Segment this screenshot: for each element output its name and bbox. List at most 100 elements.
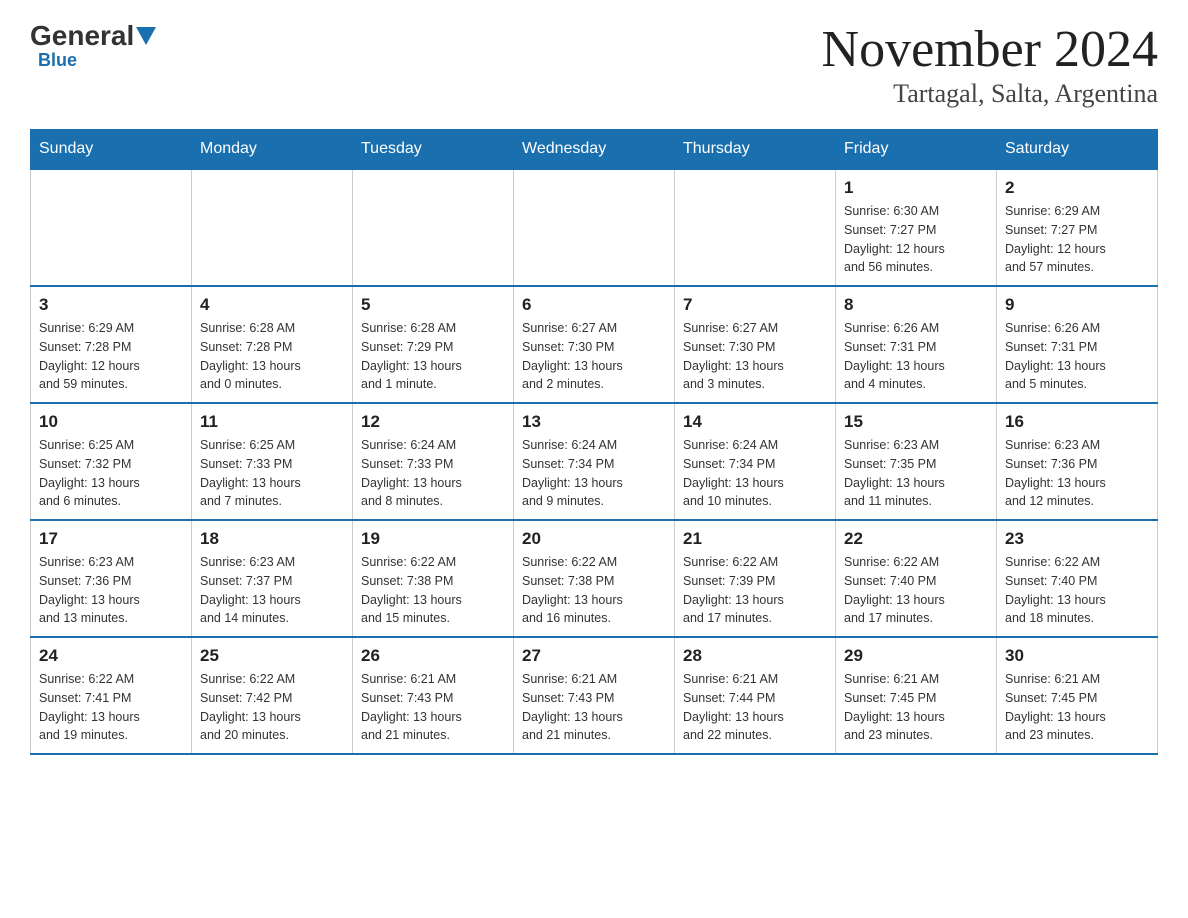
day-info: Sunrise: 6:26 AMSunset: 7:31 PMDaylight:… — [1005, 319, 1149, 394]
day-number: 8 — [844, 295, 988, 315]
day-number: 1 — [844, 178, 988, 198]
calendar-cell-w2-d2: 4 Sunrise: 6:28 AMSunset: 7:28 PMDaylight… — [192, 286, 353, 403]
day-info: Sunrise: 6:24 AMSunset: 7:33 PMDaylight:… — [361, 436, 505, 511]
calendar-cell-w3-d1: 10 Sunrise: 6:25 AMSunset: 7:32 PMDayligh… — [31, 403, 192, 520]
day-info: Sunrise: 6:21 AMSunset: 7:45 PMDaylight:… — [844, 670, 988, 745]
day-info: Sunrise: 6:27 AMSunset: 7:30 PMDaylight:… — [683, 319, 827, 394]
header-tuesday: Tuesday — [353, 130, 514, 170]
header: General Blue November 2024 Tartagal, Sal… — [30, 20, 1158, 109]
calendar-cell-w2-d4: 6 Sunrise: 6:27 AMSunset: 7:30 PMDaylight… — [514, 286, 675, 403]
day-info: Sunrise: 6:28 AMSunset: 7:28 PMDaylight:… — [200, 319, 344, 394]
day-number: 25 — [200, 646, 344, 666]
calendar-location: Tartagal, Salta, Argentina — [822, 79, 1158, 109]
day-number: 15 — [844, 412, 988, 432]
day-number: 7 — [683, 295, 827, 315]
day-number: 22 — [844, 529, 988, 549]
calendar-cell-w4-d1: 17 Sunrise: 6:23 AMSunset: 7:36 PMDayligh… — [31, 520, 192, 637]
calendar-cell-w3-d4: 13Sunrise: 6:24 AMSunset: 7:34 PMDayligh… — [514, 403, 675, 520]
day-info: Sunrise: 6:23 AMSunset: 7:35 PMDaylight:… — [844, 436, 988, 511]
calendar-table: Sunday Monday Tuesday Wednesday Thursday… — [30, 129, 1158, 755]
header-saturday: Saturday — [997, 130, 1158, 170]
calendar-cell-w4-d4: 20 Sunrise: 6:22 AMSunset: 7:38 PMDayligh… — [514, 520, 675, 637]
logo-triangle-icon — [136, 27, 156, 45]
calendar-cell-w2-d1: 3 Sunrise: 6:29 AMSunset: 7:28 PMDaylight… — [31, 286, 192, 403]
day-number: 23 — [1005, 529, 1149, 549]
header-thursday: Thursday — [675, 130, 836, 170]
day-info: Sunrise: 6:21 AMSunset: 7:43 PMDaylight:… — [361, 670, 505, 745]
day-info: Sunrise: 6:22 AMSunset: 7:38 PMDaylight:… — [522, 553, 666, 628]
day-number: 4 — [200, 295, 344, 315]
calendar-cell-w1-d7: 2 Sunrise: 6:29 AMSunset: 7:27 PMDaylight… — [997, 169, 1158, 286]
week-row-5: 24Sunrise: 6:22 AMSunset: 7:41 PMDayligh… — [31, 637, 1158, 754]
calendar-cell-w1-d1 — [31, 169, 192, 286]
day-number: 26 — [361, 646, 505, 666]
calendar-cell-w3-d5: 14Sunrise: 6:24 AMSunset: 7:34 PMDayligh… — [675, 403, 836, 520]
calendar-cell-w4-d2: 18 Sunrise: 6:23 AMSunset: 7:37 PMDayligh… — [192, 520, 353, 637]
weekday-header-row: Sunday Monday Tuesday Wednesday Thursday… — [31, 130, 1158, 170]
day-info: Sunrise: 6:23 AMSunset: 7:36 PMDaylight:… — [39, 553, 183, 628]
day-info: Sunrise: 6:25 AMSunset: 7:32 PMDaylight:… — [39, 436, 183, 511]
day-number: 27 — [522, 646, 666, 666]
day-number: 11 — [200, 412, 344, 432]
day-number: 10 — [39, 412, 183, 432]
day-info: Sunrise: 6:22 AMSunset: 7:40 PMDaylight:… — [844, 553, 988, 628]
day-info: Sunrise: 6:27 AMSunset: 7:30 PMDaylight:… — [522, 319, 666, 394]
header-sunday: Sunday — [31, 130, 192, 170]
day-info: Sunrise: 6:29 AMSunset: 7:28 PMDaylight:… — [39, 319, 183, 394]
day-number: 6 — [522, 295, 666, 315]
day-info: Sunrise: 6:22 AMSunset: 7:39 PMDaylight:… — [683, 553, 827, 628]
calendar-cell-w3-d6: 15 Sunrise: 6:23 AMSunset: 7:35 PMDayligh… — [836, 403, 997, 520]
day-info: Sunrise: 6:23 AMSunset: 7:37 PMDaylight:… — [200, 553, 344, 628]
calendar-cell-w4-d7: 23Sunrise: 6:22 AMSunset: 7:40 PMDayligh… — [997, 520, 1158, 637]
calendar-cell-w5-d2: 25 Sunrise: 6:22 AMSunset: 7:42 PMDayligh… — [192, 637, 353, 754]
calendar-cell-w2-d5: 7 Sunrise: 6:27 AMSunset: 7:30 PMDaylight… — [675, 286, 836, 403]
day-info: Sunrise: 6:23 AMSunset: 7:36 PMDaylight:… — [1005, 436, 1149, 511]
calendar-cell-w5-d5: 28 Sunrise: 6:21 AMSunset: 7:44 PMDayligh… — [675, 637, 836, 754]
day-number: 20 — [522, 529, 666, 549]
day-info: Sunrise: 6:21 AMSunset: 7:44 PMDaylight:… — [683, 670, 827, 745]
calendar-cell-w5-d4: 27 Sunrise: 6:21 AMSunset: 7:43 PMDayligh… — [514, 637, 675, 754]
day-number: 12 — [361, 412, 505, 432]
calendar-cell-w5-d1: 24Sunrise: 6:22 AMSunset: 7:41 PMDayligh… — [31, 637, 192, 754]
day-number: 28 — [683, 646, 827, 666]
day-number: 21 — [683, 529, 827, 549]
calendar-cell-w3-d3: 12 Sunrise: 6:24 AMSunset: 7:33 PMDayligh… — [353, 403, 514, 520]
day-number: 19 — [361, 529, 505, 549]
day-number: 5 — [361, 295, 505, 315]
week-row-4: 17 Sunrise: 6:23 AMSunset: 7:36 PMDayligh… — [31, 520, 1158, 637]
calendar-cell-w4-d3: 19 Sunrise: 6:22 AMSunset: 7:38 PMDayligh… — [353, 520, 514, 637]
day-number: 14 — [683, 412, 827, 432]
day-info: Sunrise: 6:21 AMSunset: 7:43 PMDaylight:… — [522, 670, 666, 745]
logo-blue-text: Blue — [38, 50, 77, 71]
day-number: 2 — [1005, 178, 1149, 198]
calendar-cell-w5-d6: 29 Sunrise: 6:21 AMSunset: 7:45 PMDayligh… — [836, 637, 997, 754]
day-number: 18 — [200, 529, 344, 549]
day-number: 24 — [39, 646, 183, 666]
week-row-3: 10 Sunrise: 6:25 AMSunset: 7:32 PMDayligh… — [31, 403, 1158, 520]
calendar-cell-w2-d6: 8 Sunrise: 6:26 AMSunset: 7:31 PMDaylight… — [836, 286, 997, 403]
day-info: Sunrise: 6:29 AMSunset: 7:27 PMDaylight:… — [1005, 202, 1149, 277]
day-info: Sunrise: 6:26 AMSunset: 7:31 PMDaylight:… — [844, 319, 988, 394]
calendar-cell-w1-d2 — [192, 169, 353, 286]
calendar-cell-w4-d5: 21 Sunrise: 6:22 AMSunset: 7:39 PMDayligh… — [675, 520, 836, 637]
day-number: 29 — [844, 646, 988, 666]
day-info: Sunrise: 6:21 AMSunset: 7:45 PMDaylight:… — [1005, 670, 1149, 745]
header-wednesday: Wednesday — [514, 130, 675, 170]
day-info: Sunrise: 6:22 AMSunset: 7:42 PMDaylight:… — [200, 670, 344, 745]
calendar-cell-w5-d3: 26 Sunrise: 6:21 AMSunset: 7:43 PMDayligh… — [353, 637, 514, 754]
calendar-cell-w3-d2: 11 Sunrise: 6:25 AMSunset: 7:33 PMDayligh… — [192, 403, 353, 520]
day-number: 17 — [39, 529, 183, 549]
day-info: Sunrise: 6:22 AMSunset: 7:38 PMDaylight:… — [361, 553, 505, 628]
calendar-cell-w4-d6: 22 Sunrise: 6:22 AMSunset: 7:40 PMDayligh… — [836, 520, 997, 637]
calendar-cell-w1-d4 — [514, 169, 675, 286]
header-monday: Monday — [192, 130, 353, 170]
day-number: 13 — [522, 412, 666, 432]
day-info: Sunrise: 6:25 AMSunset: 7:33 PMDaylight:… — [200, 436, 344, 511]
day-number: 3 — [39, 295, 183, 315]
week-row-1: 1Sunrise: 6:30 AMSunset: 7:27 PMDaylight… — [31, 169, 1158, 286]
title-area: November 2024 Tartagal, Salta, Argentina — [822, 20, 1158, 109]
calendar-cell-w2-d3: 5Sunrise: 6:28 AMSunset: 7:29 PMDaylight… — [353, 286, 514, 403]
calendar-title: November 2024 — [822, 20, 1158, 79]
calendar-cell-w3-d7: 16Sunrise: 6:23 AMSunset: 7:36 PMDayligh… — [997, 403, 1158, 520]
calendar-cell-w1-d6: 1Sunrise: 6:30 AMSunset: 7:27 PMDaylight… — [836, 169, 997, 286]
